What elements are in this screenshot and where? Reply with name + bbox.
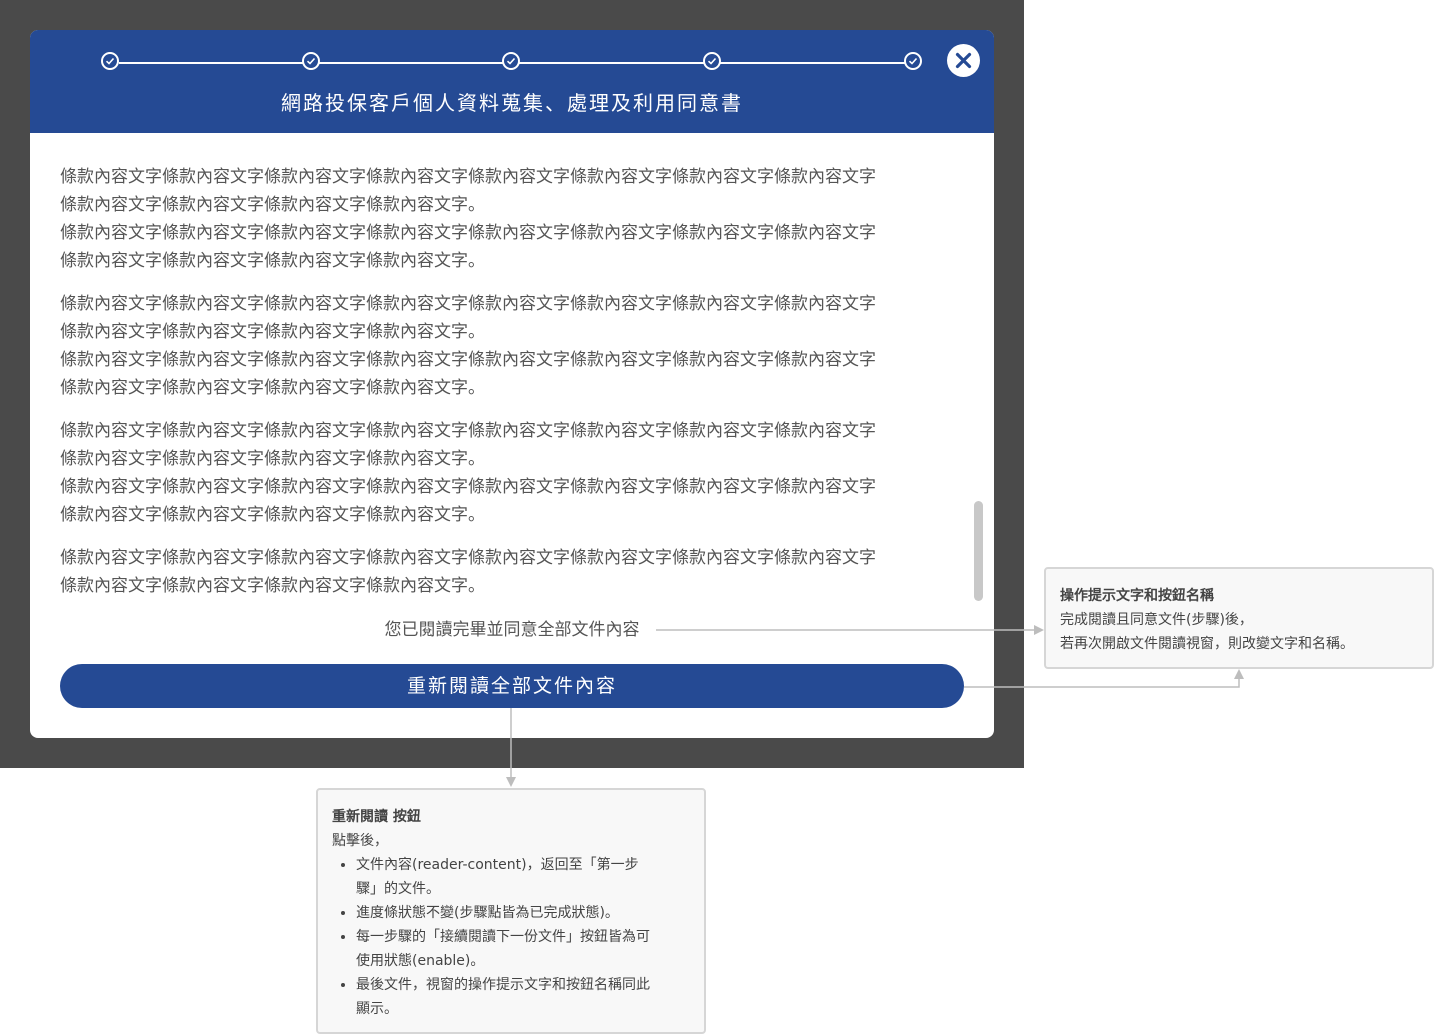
connector-line <box>964 677 1240 688</box>
annotation-list: 文件內容(reader-content)，返回至「第一步 驟」的文件。 進度條狀… <box>332 853 690 1021</box>
annotation-bottom: 重新閱讀 按鈕 點擊後， 文件內容(reader-content)，返回至「第一… <box>316 788 706 1034</box>
arrowhead-icon <box>1234 669 1244 679</box>
arrowhead-icon <box>506 777 516 787</box>
list-item: 最後文件，視窗的操作提示文字和按鈕名稱同此 顯示。 <box>356 973 690 1021</box>
annotation-title: 重新閱讀 按鈕 <box>332 809 421 825</box>
list-item: 文件內容(reader-content)，返回至「第一步 驟」的文件。 <box>356 853 690 901</box>
list-item: 每一步驟的「接續閱讀下一份文件」按鈕皆為可 使用狀態(enable)。 <box>356 925 690 973</box>
list-item: 進度條狀態不變(步驟點皆為已完成狀態)。 <box>356 901 690 925</box>
annotation-title: 操作提示文字和按鈕名稱 <box>1060 588 1214 604</box>
annotation-connectors <box>506 625 1244 787</box>
annotation-right: 操作提示文字和按鈕名稱 完成閱讀且同意文件(步驟)後， 若再次開啟文件閱讀視窗，… <box>1044 567 1434 669</box>
arrowhead-icon <box>1034 625 1044 635</box>
